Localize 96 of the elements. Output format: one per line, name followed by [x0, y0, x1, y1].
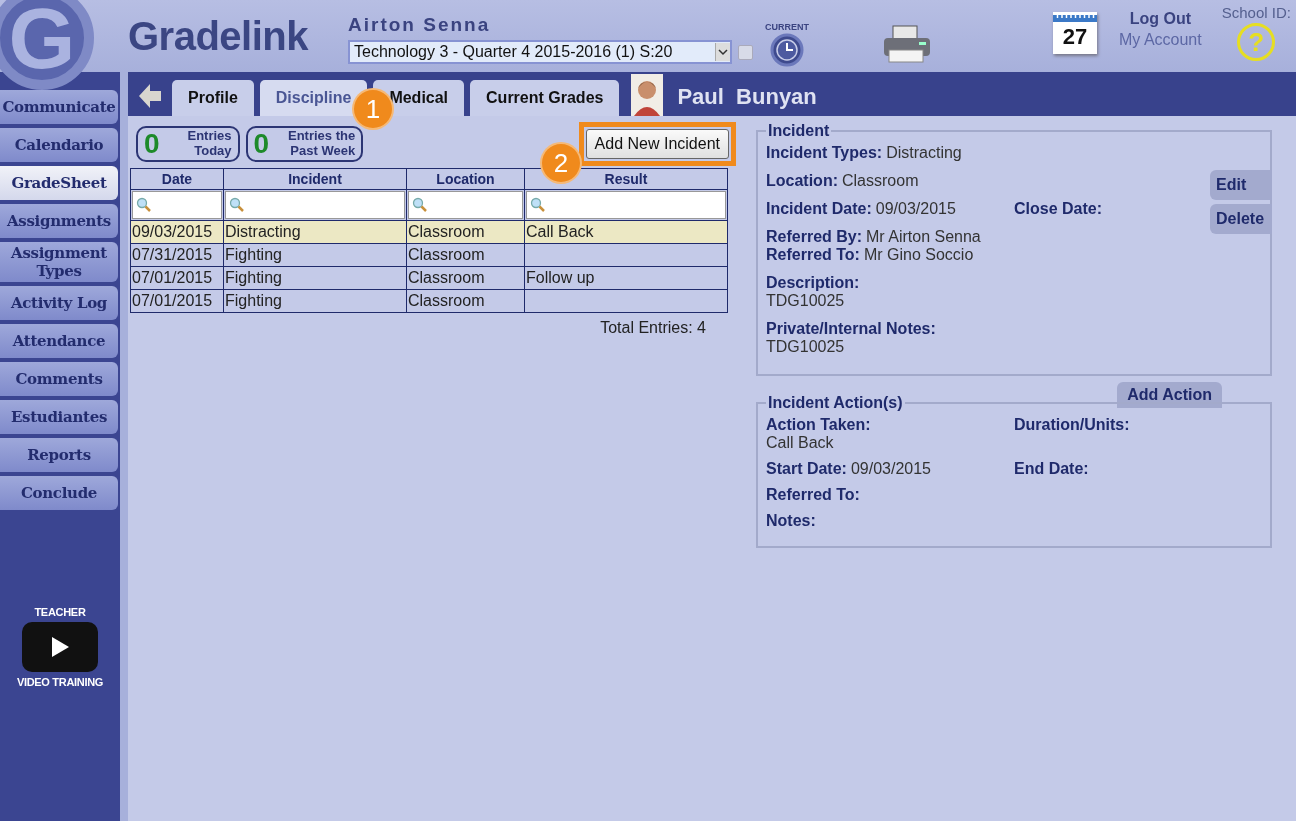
- field-label: Incident Date:: [766, 200, 872, 217]
- section-title: Incident: [767, 122, 831, 140]
- field-label: Start Date:: [766, 460, 847, 477]
- sidebar-item[interactable]: Activity Log: [0, 286, 118, 320]
- table-row[interactable]: 07/01/2015 Fighting Classroom Follow up: [130, 266, 728, 290]
- column-header: Location: [406, 168, 525, 190]
- calendar-rings-icon: [1053, 12, 1097, 22]
- field-label: Description:: [766, 274, 861, 292]
- table-row[interactable]: 09/03/2015 Distracting Classroom Call Back: [130, 220, 728, 244]
- play-icon: [50, 636, 70, 658]
- field-label: End Date:: [1014, 460, 1089, 477]
- printer-icon[interactable]: [881, 24, 933, 64]
- table-cell: Classroom: [408, 292, 485, 309]
- action-button[interactable]: Edit: [1210, 170, 1272, 200]
- counter-label: Entries the Past Week: [286, 129, 356, 159]
- search-icon: [136, 197, 152, 213]
- search-icon: [412, 197, 428, 213]
- calendar-button[interactable]: 27: [1053, 12, 1097, 54]
- action-button[interactable]: Delete: [1210, 204, 1272, 234]
- back-arrow-icon[interactable]: [138, 82, 162, 110]
- field-label: Private/Internal Notes:: [766, 320, 937, 338]
- total-entries: Total Entries: 4: [600, 319, 706, 336]
- dropdown-caret-icon[interactable]: [715, 43, 730, 61]
- video-caption: TEACHER: [34, 606, 86, 618]
- logo-mark: G: [0, 0, 94, 90]
- table-cell: Follow up: [526, 269, 595, 286]
- filter-field[interactable]: [132, 191, 222, 219]
- field-label: Close Date:: [1014, 200, 1103, 217]
- current-checkbox[interactable]: [738, 44, 753, 60]
- school-id-label: School ID:: [1221, 4, 1291, 21]
- table-cell: Fighting: [225, 246, 282, 263]
- sidebar-item[interactable]: Reports: [0, 438, 118, 472]
- table-cell: Call Back: [526, 223, 594, 240]
- sidebar-item[interactable]: Comments: [0, 362, 118, 396]
- field-label: Duration/Units:: [1014, 416, 1130, 433]
- sidebar-item[interactable]: Attendance: [0, 324, 118, 358]
- field-label: Location:: [766, 172, 838, 189]
- sidebar-item[interactable]: GradeSheet: [0, 166, 118, 200]
- tab[interactable]: Profile: [172, 80, 254, 116]
- field-value: 09/03/2015: [850, 460, 931, 477]
- search-icon: [229, 197, 245, 213]
- logo-text: Gradelink: [128, 13, 308, 59]
- table-cell: 09/03/2015: [132, 223, 213, 240]
- column-header: Date: [130, 168, 224, 190]
- field-label: Referred To:: [766, 246, 860, 263]
- tab[interactable]: Current Grades: [470, 80, 620, 116]
- table-cell: Distracting: [225, 223, 301, 240]
- field-value: Classroom: [842, 172, 919, 189]
- student-name: Paul Bunyan: [677, 84, 817, 110]
- current-label: CURRENT: [765, 22, 809, 32]
- table-cell: Fighting: [225, 292, 282, 309]
- field-value: TDG10025: [766, 338, 846, 356]
- field-value: TDG10025: [766, 292, 846, 310]
- filter-field[interactable]: [526, 191, 726, 219]
- sidebar-item[interactable]: Communicate: [0, 90, 118, 124]
- add-action-button[interactable]: Add Action: [1117, 382, 1222, 408]
- table-cell: Classroom: [408, 223, 485, 240]
- filter-field[interactable]: [225, 191, 405, 219]
- log-out-link[interactable]: Log Out: [1129, 10, 1191, 28]
- field-value: Call Back: [766, 434, 835, 452]
- field-value: 09/03/2015: [875, 200, 956, 217]
- field-label: Notes:: [766, 512, 816, 529]
- table-cell: 07/01/2015: [132, 269, 213, 286]
- sidebar-item[interactable]: Estudiantes: [0, 400, 118, 434]
- counter-label: Entries Today: [186, 129, 232, 159]
- field-label: Referred By:: [766, 228, 863, 245]
- column-header: Incident: [223, 168, 407, 190]
- field-label: Referred To:: [766, 486, 860, 503]
- play-button[interactable]: [22, 622, 98, 672]
- field-label: Incident Types:: [766, 144, 883, 161]
- table-row[interactable]: 07/01/2015 Fighting Classroom: [130, 289, 728, 313]
- table-cell: Classroom: [408, 269, 485, 286]
- tab[interactable]: Discipline: [259, 80, 368, 116]
- avatar: [631, 74, 664, 116]
- sidebar-item[interactable]: Assignment Types: [0, 242, 118, 282]
- filter-field[interactable]: [408, 191, 523, 219]
- table-cell: Fighting: [225, 269, 282, 286]
- teacher-name: Airton Senna: [348, 14, 491, 36]
- video-caption: VIDEO TRAINING: [16, 676, 104, 688]
- table-row[interactable]: 07/31/2015 Fighting Classroom: [130, 243, 728, 267]
- sidebar-item[interactable]: Assignments: [0, 204, 118, 238]
- entry-count: 0: [144, 128, 160, 160]
- table-cell: Classroom: [408, 246, 485, 263]
- section-title: Incident Action(s): [767, 394, 904, 412]
- entry-count: 0: [253, 128, 270, 160]
- field-value: Mr Gino Soccio: [863, 246, 974, 263]
- sidebar-item[interactable]: Calendario: [0, 128, 118, 162]
- search-icon: [530, 197, 546, 213]
- field-value: Mr Airton Senna: [866, 228, 981, 245]
- table-cell: 07/31/2015: [132, 246, 213, 263]
- table-cell: 07/01/2015: [132, 292, 213, 309]
- field-label: Action Taken:: [766, 416, 872, 434]
- field-value: Distracting: [886, 144, 962, 161]
- add-incident-button[interactable]: Add New Incident: [585, 129, 729, 159]
- sidebar-item[interactable]: Conclude: [0, 476, 118, 510]
- class-select[interactable]: Technology 3 - Quarter 4 2015-2016 (1) S:20: [348, 40, 732, 64]
